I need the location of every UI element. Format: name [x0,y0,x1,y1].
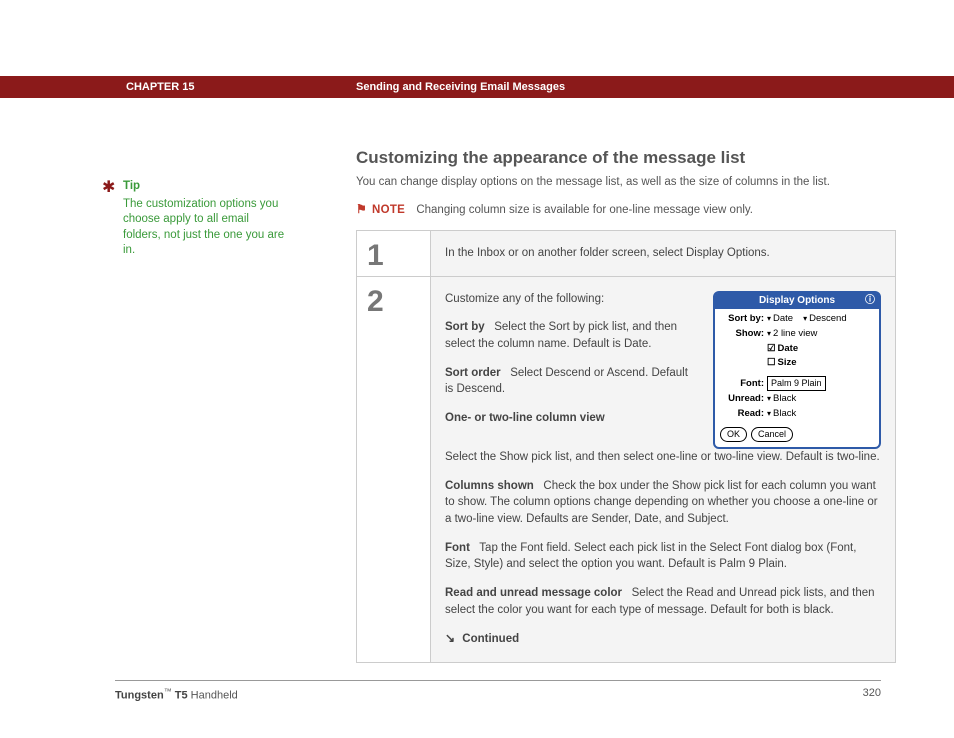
dlg-unread-value[interactable]: Black [767,392,796,406]
dlg-unread-label: Unread: [720,392,764,406]
chapter-title: Sending and Receiving Email Messages [356,81,565,93]
dlg-sortby-label: Sort by: [720,312,764,326]
dlg-check-date[interactable]: Date [767,342,798,356]
step-2-lead: Customize any of the following: [445,291,699,308]
step-number: 2 [357,277,431,662]
dlg-show-value[interactable]: 2 line view [767,327,817,341]
dlg-show-label: Show: [720,327,764,341]
note-text: Changing column size is available for on… [416,204,753,216]
continued-arrow-icon: ↘ [445,630,455,647]
note-flag-icon: ⚑ [356,202,367,216]
main-content: Customizing the appearance of the messag… [356,148,896,663]
dlg-font-label: Font: [720,377,764,391]
footer-product: Tungsten™ T5 Handheld [115,687,238,702]
info-icon: ⓘ [865,294,875,309]
step-1-text: In the Inbox or on another folder screen… [445,245,770,262]
dlg-check-size[interactable]: Size [767,356,797,370]
sortorder-para: Sort order Select Descend or Ascend. Def… [445,365,699,398]
columns-para: Columns shown Check the box under the Sh… [445,478,881,528]
tip-star-icon: ✱ [102,177,115,199]
page-footer: Tungsten™ T5 Handheld 320 [115,680,881,702]
continued-row: ↘ Continued [445,630,881,648]
sortby-label: Sort by [445,321,485,333]
dlg-sortby-value[interactable]: Date [767,312,793,326]
section-intro: You can change display options on the me… [356,176,896,188]
tip-label: Tip [123,179,285,195]
sortorder-label: Sort order [445,367,501,379]
tip-text: The customization options you choose app… [123,197,285,259]
dlg-read-value[interactable]: Black [767,407,796,421]
step-1-body: In the Inbox or on another folder screen… [431,231,895,276]
section-heading: Customizing the appearance of the messag… [356,148,896,168]
step-1: 1 In the Inbox or on another folder scre… [357,231,895,277]
font-text: Tap the Font field. Select each pick lis… [445,542,856,571]
font-para: Font Tap the Font field. Select each pic… [445,540,881,573]
dialog-title-bar: Display Options ⓘ [715,293,879,310]
lineview-label-row: One- or two-line column view [445,410,699,427]
readcolor-para: Read and unread message color Select the… [445,585,881,618]
dlg-font-value[interactable]: Palm 9 Plain [767,376,826,391]
dlg-read-label: Read: [720,407,764,421]
font-label: Font [445,542,470,554]
lineview-label: One- or two-line column view [445,412,605,424]
footer-suffix: Handheld [191,690,238,702]
readcolor-label: Read and unread message color [445,587,622,599]
columns-label: Columns shown [445,480,534,492]
step-2: 2 Customize any of the following: Sort b… [357,277,895,662]
footer-brand: Tungsten [115,690,164,702]
lineview-text: Select the Show pick list, and then sele… [445,449,881,466]
dlg-cancel-button[interactable]: Cancel [751,427,793,442]
step-number: 1 [357,231,431,276]
steps-box: 1 In the Inbox or on another folder scre… [356,230,896,663]
sortby-para: Sort by Select the Sort by pick list, an… [445,319,699,352]
chapter-header-bar: CHAPTER 15 Sending and Receiving Email M… [0,76,954,98]
dlg-sortorder-value[interactable]: Descend [803,312,847,326]
dlg-ok-button[interactable]: OK [720,427,747,442]
note-label: NOTE [372,204,405,216]
tip-sidebar: ✱ Tip The customization options you choo… [105,179,285,259]
note-line: ⚑ NOTE Changing column size is available… [356,202,896,216]
continued-label: Continued [462,633,519,645]
display-options-dialog: Display Options ⓘ Sort by: Date Descend [713,291,881,449]
footer-model: T5 [175,690,188,702]
step-2-body: Customize any of the following: Sort by … [431,277,895,662]
page-number: 320 [863,687,881,702]
dialog-title: Display Options [759,295,835,306]
chapter-label: CHAPTER 15 [126,81,356,93]
